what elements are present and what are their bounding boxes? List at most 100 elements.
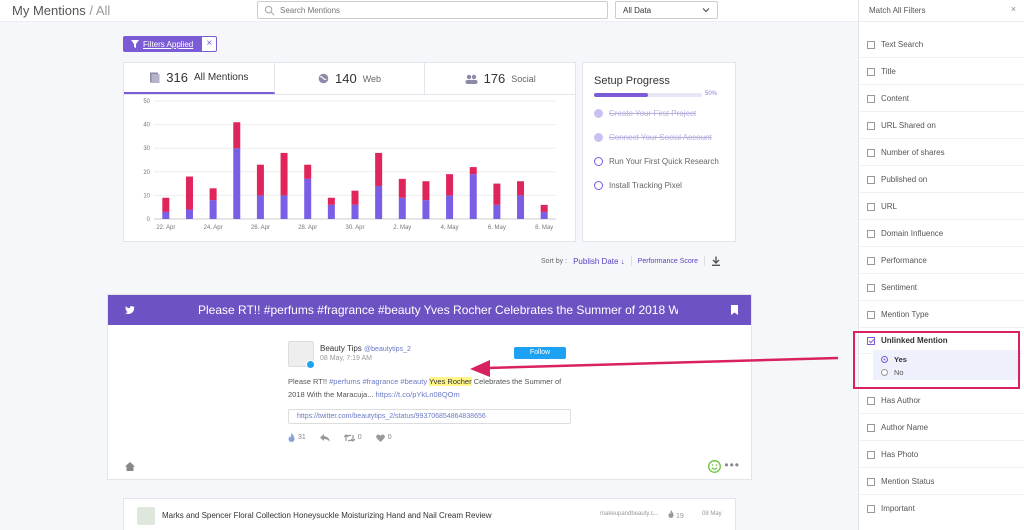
filter-checkbox[interactable]	[867, 310, 875, 319]
follow-button[interactable]: Follow	[514, 347, 566, 359]
divider	[859, 165, 1024, 166]
filter-checkbox[interactable]	[867, 148, 875, 157]
tweet-full-link[interactable]: https://twitter.com/beautytips_2/status/…	[288, 409, 571, 424]
chart-bar-web	[256, 164, 264, 196]
filter-checkbox[interactable]	[867, 450, 875, 459]
filter-checkbox[interactable]	[867, 94, 875, 103]
mention-title[interactable]: Please RT!! #perfums #fragrance #beauty …	[198, 303, 678, 317]
tab-web[interactable]: 140 Web	[275, 63, 426, 94]
mention-engagement: 19	[668, 510, 684, 520]
setup-item-label: Run Your First Quick Research	[609, 157, 719, 166]
filter-mention-type[interactable]: Mention Type	[867, 310, 929, 319]
download-icon[interactable]	[711, 256, 721, 266]
circle-icon	[594, 181, 603, 190]
divider	[859, 273, 1024, 274]
filter-checkbox[interactable]	[867, 175, 875, 184]
divider	[859, 84, 1024, 85]
filter-checkbox[interactable]	[867, 423, 875, 432]
tweet-short-link[interactable]: https://t.co/pYkLn08QOm	[376, 390, 460, 399]
filter-number-of-shares[interactable]: Number of shares	[867, 148, 945, 157]
x-tick-label: 6. May	[488, 225, 506, 231]
filter-sentiment[interactable]: Sentiment	[867, 283, 917, 292]
filter-mention-status[interactable]: Mention Status	[867, 477, 934, 486]
divider	[859, 138, 1024, 139]
retweet-count: 0	[357, 434, 362, 441]
retweet-action[interactable]: 0	[343, 433, 362, 442]
filter-checkbox[interactable]	[867, 504, 875, 513]
filter-author-name[interactable]: Author Name	[867, 423, 928, 432]
setup-item-connect-social[interactable]: Connect Your Social Account	[594, 133, 732, 142]
y-tick-label: 10	[143, 193, 150, 199]
sort-performance-score[interactable]: Performance Score	[638, 258, 698, 265]
filter-published-on[interactable]: Published on	[867, 175, 927, 184]
tweet-hashtags[interactable]: #perfums #fragrance #beauty	[329, 377, 427, 386]
filter-checkbox[interactable]	[867, 202, 875, 211]
filter-has-author[interactable]: Has Author	[867, 396, 921, 405]
breadcrumb-current[interactable]: All	[96, 3, 110, 18]
more-options-icon[interactable]: •••	[724, 458, 740, 472]
close-icon[interactable]: ×	[1011, 4, 1016, 14]
tab-label: All Mentions	[193, 72, 249, 83]
filters-applied-button[interactable]: Filters Applied	[123, 36, 202, 52]
filter-checkbox[interactable]	[867, 67, 875, 76]
divider	[859, 467, 1024, 468]
y-tick-label: 40	[143, 123, 150, 129]
clear-filters-button[interactable]: ×	[201, 36, 218, 52]
tweet-actions: 31 0 0	[288, 433, 392, 442]
chart-bar-web	[304, 164, 312, 179]
tweet-author[interactable]: Beauty Tips @beautytips_2	[320, 344, 411, 353]
divider	[859, 192, 1024, 193]
filter-label: Mention Status	[881, 477, 935, 486]
filter-has-photo[interactable]: Has Photo	[867, 450, 918, 459]
filters-applied-chip: Filters Applied ×	[123, 36, 218, 52]
people-icon	[465, 74, 478, 84]
follow-label: Follow	[529, 349, 551, 356]
y-tick-label: 0	[147, 217, 151, 223]
filter-performance[interactable]: Performance	[867, 256, 927, 265]
filter-checkbox[interactable]	[867, 396, 875, 405]
mentions-bar-chart: 0 10 20 30 40 50 22. Apr 24. Apr 26. Apr 28. Apr 3…	[143, 99, 556, 231]
filter-checkbox[interactable]	[867, 256, 875, 265]
sentiment-positive-icon[interactable]	[708, 460, 721, 473]
data-filter-select[interactable]: All Data	[615, 1, 718, 19]
filter-title[interactable]: Title	[867, 67, 896, 76]
mention-title[interactable]: Marks and Spencer Floral Collection Hone…	[162, 511, 491, 520]
mention-list-item[interactable]: Marks and Spencer Floral Collection Hone…	[123, 498, 736, 530]
engagement-count: 19	[675, 513, 684, 520]
like-action[interactable]: 0	[375, 434, 392, 442]
filter-checkbox[interactable]	[867, 283, 875, 292]
mention-source[interactable]: makeupandbeauty.c...	[600, 511, 659, 517]
filter-checkbox[interactable]	[867, 477, 875, 486]
bookmark-icon[interactable]	[731, 305, 738, 315]
tab-social[interactable]: 176 Social	[425, 63, 575, 94]
filter-url[interactable]: URL	[867, 202, 897, 211]
search-box[interactable]	[257, 1, 608, 19]
setup-progress-fill	[594, 93, 648, 97]
filter-important[interactable]: Important	[867, 504, 915, 513]
flame-icon	[668, 510, 674, 518]
filter-domain-influence[interactable]: Domain Influence	[867, 229, 943, 238]
tab-count: 316	[166, 70, 188, 85]
setup-item-quick-research[interactable]: Run Your First Quick Research	[594, 157, 732, 166]
filter-checkbox[interactable]	[867, 229, 875, 238]
setup-item-tracking-pixel[interactable]: Install Tracking Pixel	[594, 181, 732, 190]
home-icon[interactable]	[125, 462, 135, 471]
tab-all-mentions[interactable]: 316 All Mentions	[124, 63, 275, 94]
filter-checkbox[interactable]	[867, 121, 875, 130]
divider	[859, 440, 1024, 441]
reply-action[interactable]	[319, 433, 330, 442]
search-input[interactable]	[280, 3, 600, 17]
chart-bar-social	[304, 178, 312, 219]
sort-publish-date[interactable]: Publish Date ↓	[573, 257, 625, 266]
filter-text-search[interactable]: Text Search	[867, 40, 923, 49]
chart-bar-web	[422, 181, 430, 201]
filter-content[interactable]: Content	[867, 94, 909, 103]
filter-label: Title	[881, 67, 896, 76]
filter-url-shared-on[interactable]: URL Shared on	[867, 121, 936, 130]
retweet-icon	[343, 433, 355, 442]
filter-checkbox[interactable]	[867, 40, 875, 49]
filter-label: URL	[881, 202, 898, 211]
x-tick-label: 26. Apr	[251, 225, 270, 231]
setup-item-create-project[interactable]: Create Your First Project	[594, 109, 732, 118]
tab-label: Social	[511, 73, 536, 84]
